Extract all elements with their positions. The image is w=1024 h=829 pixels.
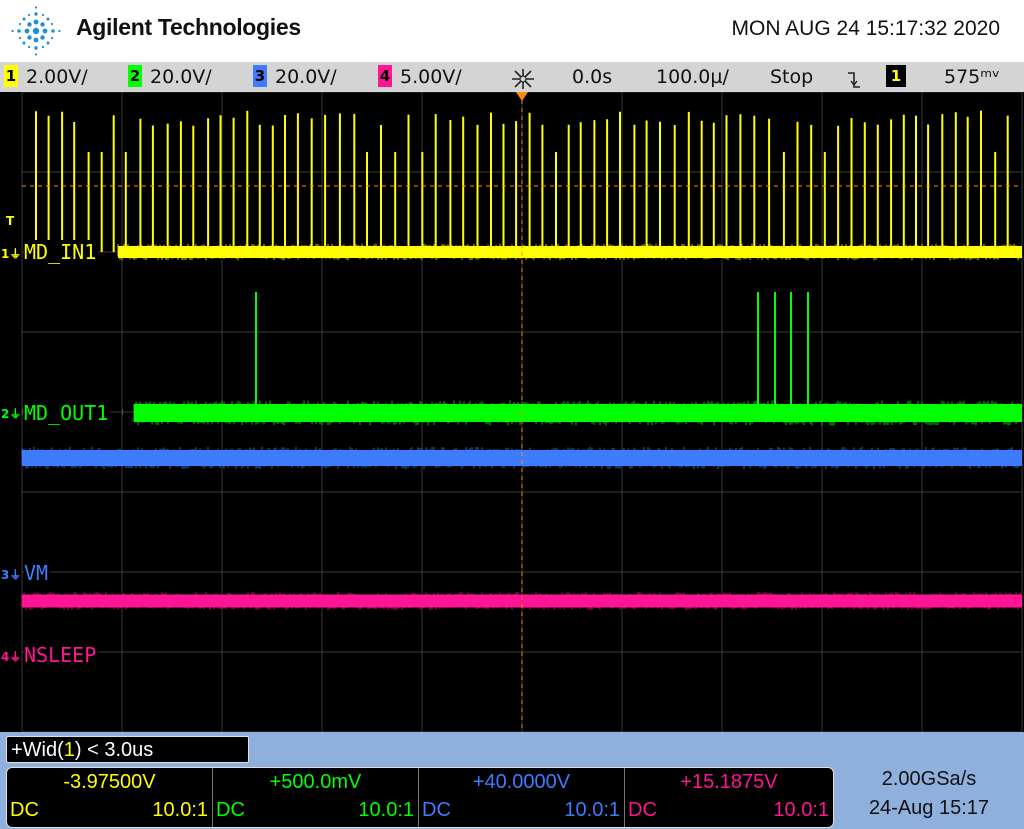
falling-edge-icon[interactable] [846, 68, 862, 92]
channel-3-scale-value: 20.0V/ [275, 66, 337, 88]
channel-2-badge: 2 [128, 65, 142, 87]
channel-4-probe: 10.0:1 [773, 799, 829, 821]
channel-2-offset-cell[interactable]: +500.0mV DC 10.0:1 [213, 768, 419, 827]
channel-1-badge: 1 [4, 65, 18, 87]
channel-3-offset-cell[interactable]: +40.0000V DC 10.0:1 [419, 768, 625, 827]
measurement-readout[interactable]: +Wid(1) < 3.0us [6, 736, 249, 763]
waveform-display[interactable]: T 1⏚ 2⏚ 3⏚ 4⏚ MD_IN1 MD_OUT1 VM NSLEEP [0, 92, 1024, 732]
horizontal-position-icon[interactable] [510, 67, 536, 91]
channel-4-badge: 4 [378, 65, 392, 87]
channel-3-badge: 3 [253, 65, 267, 87]
trigger-position-marker [516, 92, 528, 101]
trigger-level-marker[interactable]: T [6, 214, 14, 228]
channel-4-offset-cell[interactable]: +15.1875V DC 10.0:1 [625, 768, 833, 827]
channel-2-scale[interactable]: 2 20.0V/ [128, 65, 212, 89]
channel-offset-panel: -3.97500V DC 10.0:1 +500.0mV DC 10.0:1 +… [6, 767, 834, 828]
channel-4-scale[interactable]: 4 5.00V/ [378, 65, 462, 89]
horizontal-delay[interactable]: 0.0s [572, 65, 612, 89]
channel-2-ground-marker[interactable]: 2⏚ [1, 405, 21, 422]
measurement-prefix: +Wid( [11, 739, 64, 761]
channel-3-ground-marker[interactable]: 3⏚ [1, 566, 21, 583]
measurement-suffix: ) < 3.0us [74, 739, 154, 761]
channel-2-scale-value: 20.0V/ [150, 66, 212, 88]
channel-1-probe: 10.0:1 [152, 799, 208, 821]
sample-rate: 2.00GSa/s [881, 768, 977, 790]
channel-2-coupling: DC [216, 799, 245, 821]
header: Agilent Technologies MON AUG 24 15:17:32… [0, 0, 1024, 62]
grid-tick [122, 409, 123, 415]
agilent-spark-logo-icon [11, 6, 61, 56]
channel-2-spikes [255, 292, 809, 408]
channel-4-coupling: DC [628, 799, 657, 821]
channel-1-offset: -3.97500V [63, 771, 156, 793]
brand-name: Agilent Technologies [76, 14, 301, 40]
channel-4-ground-marker[interactable]: 4⏚ [1, 648, 21, 665]
channel-2-offset: +500.0mV [269, 771, 362, 793]
acquisition-date: 24-Aug 15:17 [868, 797, 990, 819]
channel-3-probe: 10.0:1 [564, 799, 620, 821]
trigger-source[interactable]: 1 [886, 65, 914, 89]
channel-3-label: VM [24, 561, 51, 585]
channel-3-offset: +40.0000V [472, 771, 571, 793]
channel-1-offset-cell[interactable]: -3.97500V DC 10.0:1 [7, 768, 213, 827]
channel-4-scale-value: 5.00V/ [400, 66, 462, 88]
grid-tick [22, 409, 23, 415]
channel-4-offset: +15.1875V [680, 771, 778, 793]
channel-1-ground-marker[interactable]: 1⏚ [1, 245, 21, 262]
channel-3-scale[interactable]: 3 20.0V/ [253, 65, 337, 89]
timebase-scale[interactable]: 100.0µ/ [656, 65, 729, 89]
waveform-canvas [21, 92, 1023, 732]
bottom-panel: +Wid(1) < 3.0us -3.97500V DC 10.0:1 +500… [0, 732, 1024, 829]
channel-4-label: NSLEEP [24, 643, 99, 667]
date-time: MON AUG 24 15:17:32 2020 [731, 17, 1001, 40]
channel-1-label: MD_IN1 [24, 240, 99, 264]
channel-1-scale-value: 2.00V/ [26, 66, 88, 88]
channel-1-scale[interactable]: 1 2.00V/ [4, 65, 88, 89]
status-bar: 1 2.00V/ 2 20.0V/ 3 20.0V/ 4 5.00V/ 0.0s 100… [0, 62, 1024, 92]
measurement-source: 1 [63, 739, 75, 761]
channel-2-probe: 10.0:1 [358, 799, 414, 821]
trigger-source-badge: 1 [886, 65, 906, 87]
trigger-level[interactable]: 575ᵐᵛ [944, 65, 1000, 89]
channel-1-coupling: DC [10, 799, 39, 821]
channel-3-coupling: DC [422, 799, 451, 821]
channel-2-label: MD_OUT1 [24, 401, 111, 425]
run-state[interactable]: Stop [770, 65, 813, 89]
